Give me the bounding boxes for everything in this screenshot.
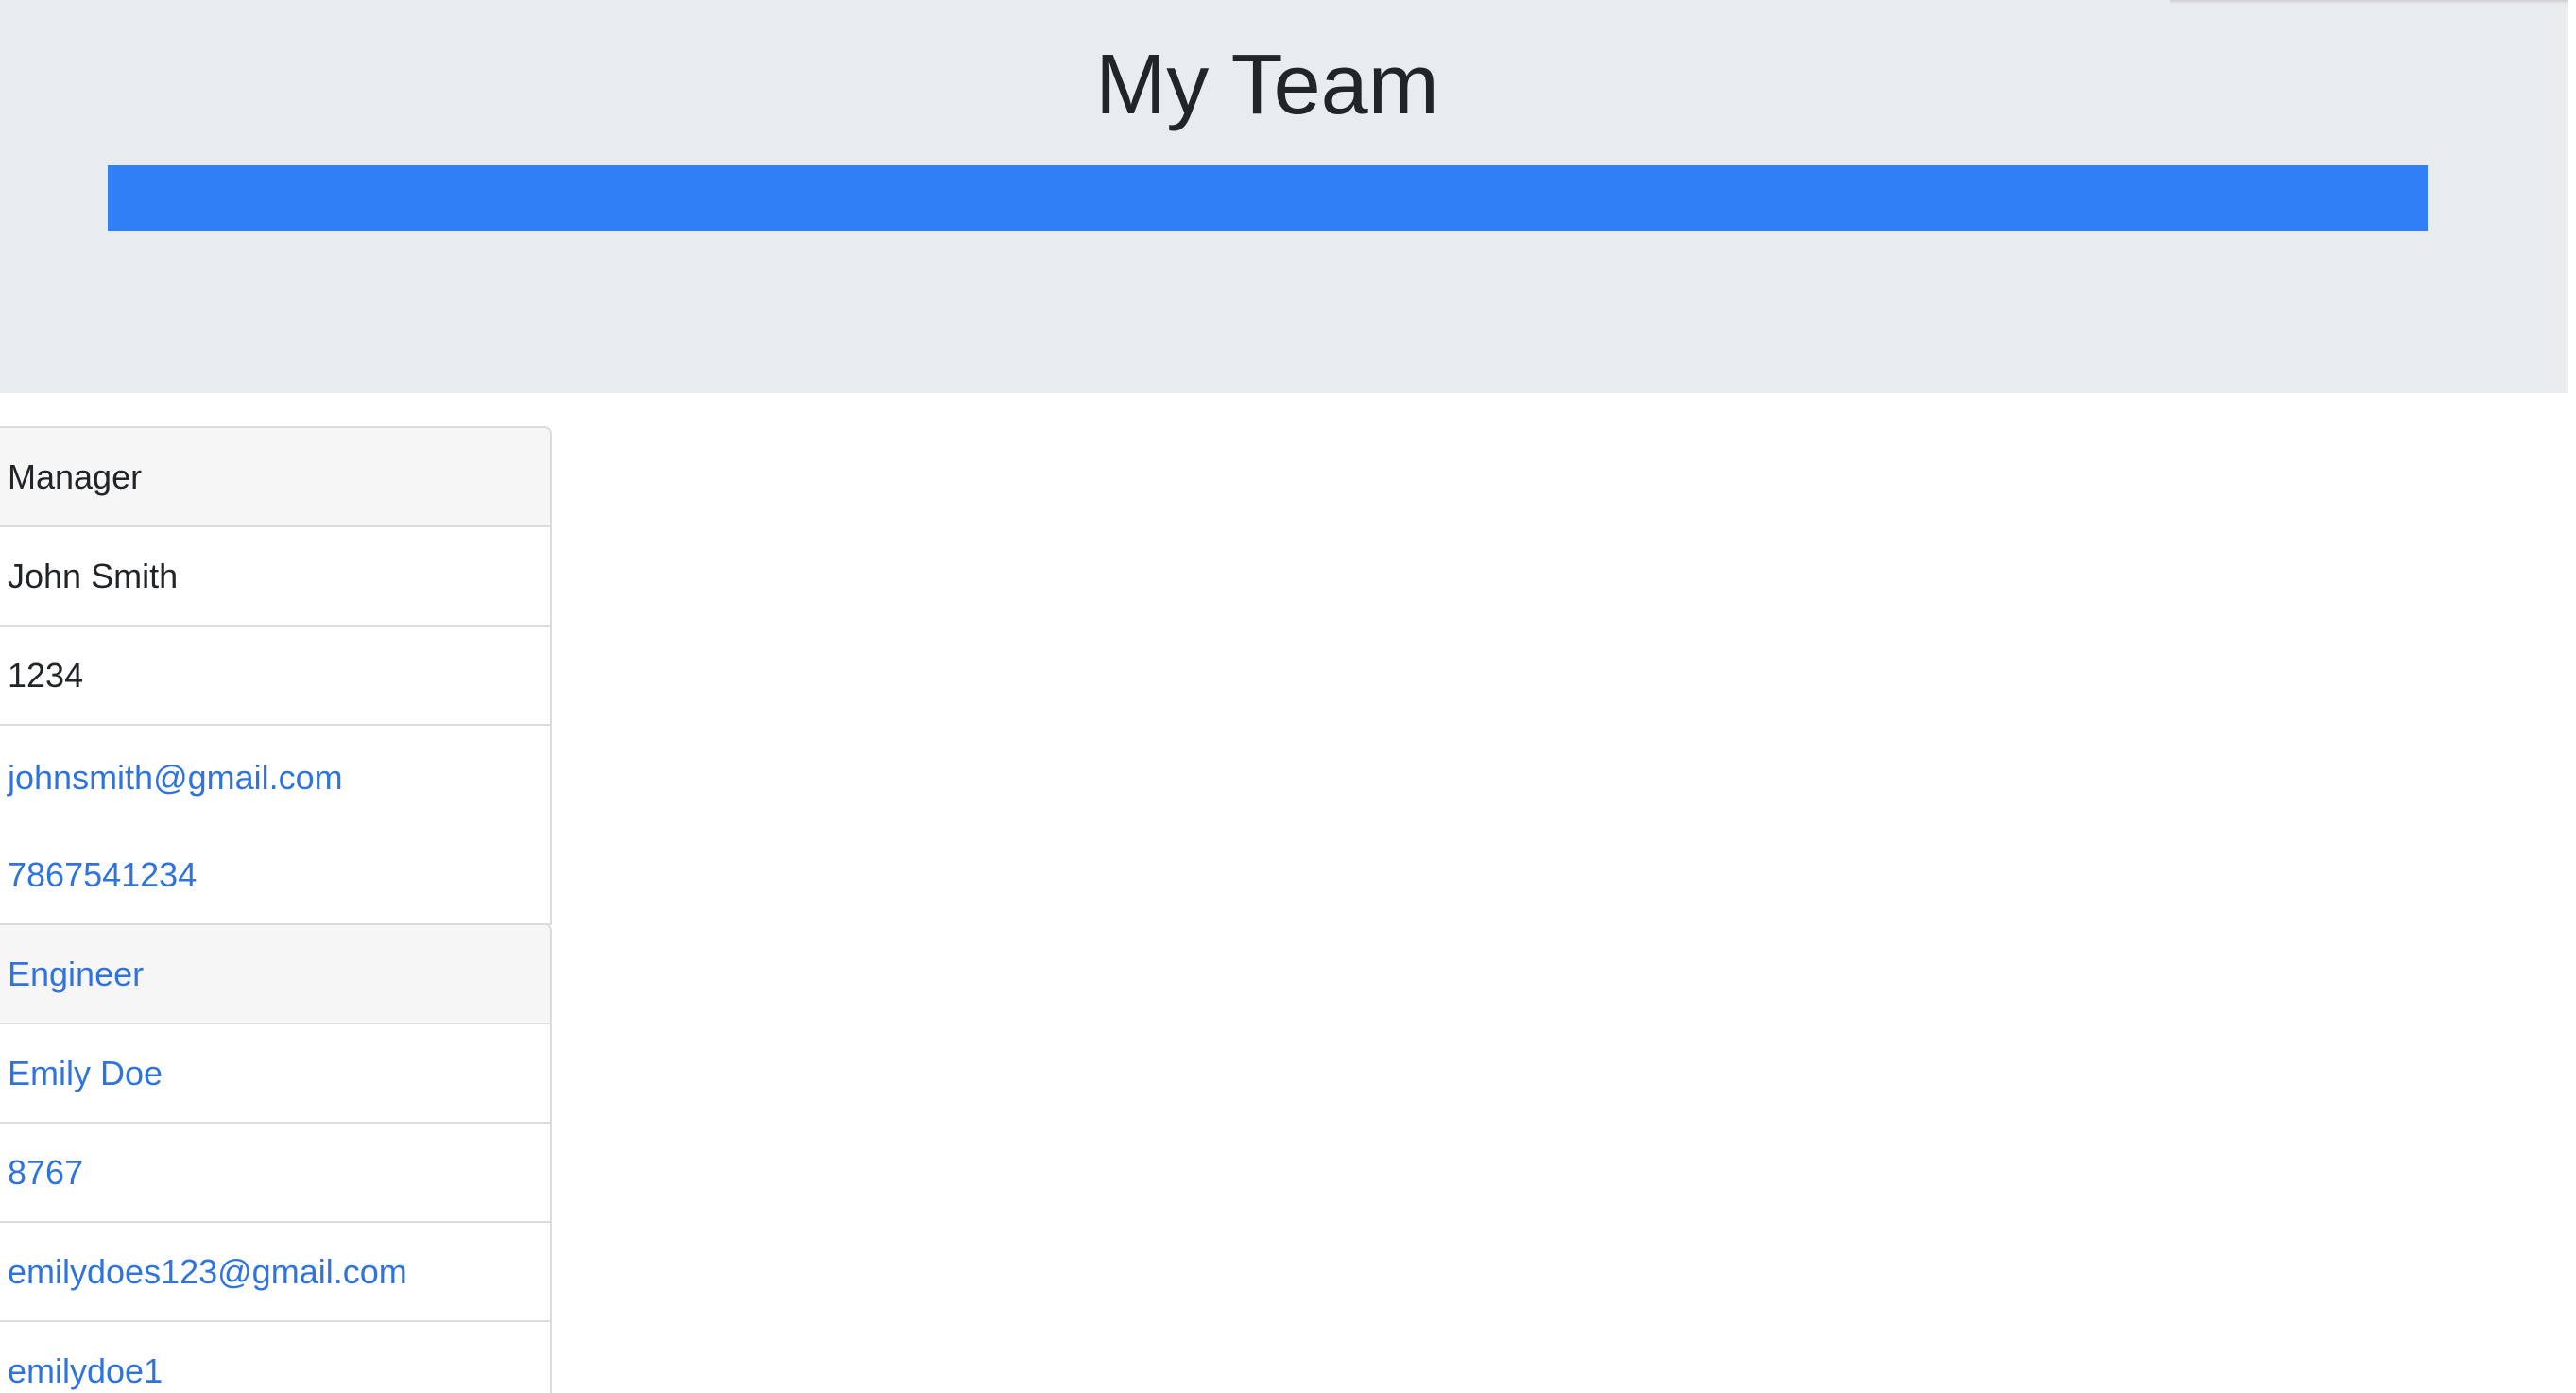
manager-id: 1234 bbox=[0, 627, 550, 726]
right-edge bbox=[2568, 0, 2576, 1393]
engineer-role[interactable]: Engineer bbox=[0, 925, 550, 1024]
page: My Team Manager John Smith 1234 johnsmit… bbox=[0, 0, 2576, 1393]
engineer-id[interactable]: 8767 bbox=[0, 1124, 550, 1223]
engineer-email-link[interactable]: emilydoes123@gmail.com bbox=[0, 1223, 550, 1322]
engineer-name[interactable]: Emily Doe bbox=[0, 1024, 550, 1124]
manager-email-link[interactable]: johnsmith@gmail.com bbox=[8, 758, 343, 798]
manager-role: Manager bbox=[0, 428, 550, 527]
manager-phone-link[interactable]: 7867541234 bbox=[8, 855, 197, 895]
manager-card: Manager John Smith 1234 johnsmith@gmail.… bbox=[0, 426, 552, 925]
accent-bar bbox=[108, 165, 2428, 231]
engineer-card: Engineer Emily Doe 8767 emilydoes123@gma… bbox=[0, 923, 552, 1393]
manager-name: John Smith bbox=[0, 527, 550, 627]
manager-contact: johnsmith@gmail.com 7867541234 bbox=[0, 726, 550, 922]
top-right-shadow bbox=[2170, 0, 2576, 4]
page-title: My Team bbox=[1095, 38, 1439, 132]
engineer-github-link[interactable]: emilydoe1 bbox=[0, 1322, 550, 1393]
hero-header: My Team bbox=[0, 0, 2568, 393]
